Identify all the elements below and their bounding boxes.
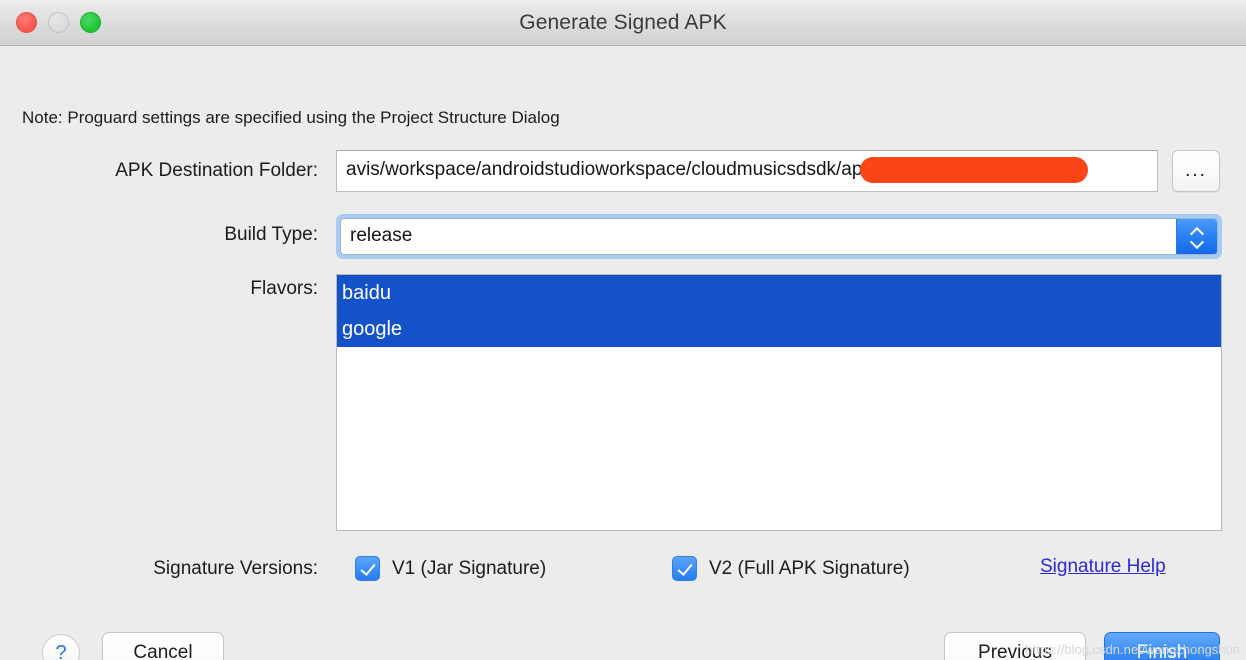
flavors-list[interactable]: baidu google [336,274,1222,531]
v2-signature-label: V2 (Full APK Signature) [709,557,910,579]
list-item[interactable]: baidu [337,275,1221,311]
signature-help-link[interactable]: Signature Help [1040,556,1166,578]
help-button[interactable]: ? [42,634,80,660]
title-bar: Generate Signed APK [0,0,1246,46]
build-type-stepper[interactable] [1176,219,1217,254]
generate-signed-apk-dialog: Generate Signed APK Note: Proguard setti… [0,0,1246,660]
apk-destination-input[interactable]: avis/workspace/androidstudioworkspace/cl… [336,150,1158,192]
chevron-down-icon [1190,238,1204,246]
window-title: Generate Signed APK [519,10,727,34]
build-type-value: release [350,225,413,246]
v2-signature-checkbox[interactable] [672,556,697,581]
window-controls [16,12,101,33]
flavors-label: Flavors: [250,278,318,299]
list-item[interactable]: google [337,311,1221,347]
v1-signature-checkbox-group[interactable]: V1 (Jar Signature) [355,556,546,581]
cancel-button[interactable]: Cancel [102,632,224,660]
apk-path-prefix: avis/workspace/androidstudioworkspace/ [346,159,692,180]
redaction-overlay [860,157,1088,183]
apk-destination-label: APK Destination Folder: [115,160,318,181]
apk-destination-value: avis/workspace/androidstudioworkspace/cl… [346,159,873,181]
zoom-window-button[interactable] [80,12,101,33]
signature-versions-label: Signature Versions: [153,558,318,579]
browse-folder-button[interactable]: ... [1172,150,1220,192]
proguard-note: Note: Proguard settings are specified us… [22,108,560,127]
v1-signature-label: V1 (Jar Signature) [392,557,547,579]
build-type-select-inner: release [340,218,1218,255]
dialog-content: Note: Proguard settings are specified us… [0,46,1246,660]
close-window-button[interactable] [16,12,37,33]
build-type-select[interactable]: release [336,214,1222,259]
v2-signature-checkbox-group[interactable]: V2 (Full APK Signature) [672,556,910,581]
minimize-window-button[interactable] [48,12,69,33]
watermark: https://blog.csdn.net/wangzhongshun [1025,642,1240,657]
apk-path-redacted-text: cloudmusicsdsdk [691,159,837,180]
build-type-label: Build Type: [224,224,318,245]
v1-signature-checkbox[interactable] [355,556,380,581]
